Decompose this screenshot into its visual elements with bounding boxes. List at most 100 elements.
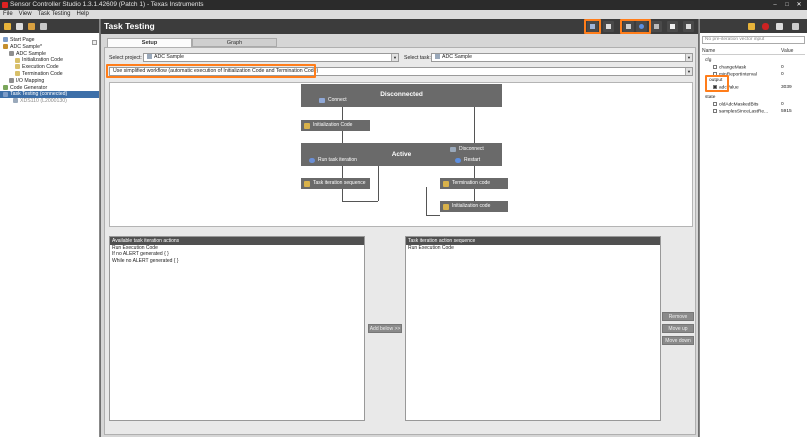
open-folder-icon[interactable] (748, 23, 755, 30)
iteration-sequence-step[interactable]: Task iteration sequence (301, 178, 370, 189)
task-icon (435, 54, 440, 60)
window-title: Sensor Controller Studio 1.3.1.42609 (Pa… (10, 1, 204, 8)
wand-icon[interactable] (40, 22, 47, 30)
sequence-header: Task iteration action sequence (406, 237, 660, 245)
checkbox[interactable] (713, 65, 717, 69)
chevron-down-icon: ▼ (391, 54, 398, 61)
project-select[interactable]: ADC Sample ▼ (143, 53, 399, 62)
connector-line (426, 215, 440, 216)
data-value: 3039 (781, 85, 792, 90)
connector-line (474, 166, 475, 178)
record-icon[interactable] (762, 23, 769, 30)
tree-node-state[interactable]: state (705, 95, 715, 100)
move-up-button[interactable]: Move up (662, 324, 694, 333)
tree-item-start-page[interactable]: Start Page (0, 37, 99, 44)
connector-line (342, 131, 343, 143)
menu-view[interactable]: View (19, 10, 32, 19)
remove-button[interactable]: Remove (662, 312, 694, 321)
close-button[interactable]: ✕ (793, 0, 805, 10)
init-code-step-2: Initialization code (440, 201, 508, 212)
data-value: 0 (781, 72, 784, 77)
restart-action[interactable]: Restart (455, 157, 480, 163)
tree-item-term-code[interactable]: Termination Code (0, 71, 99, 78)
open-folder-icon[interactable] (4, 22, 11, 30)
tree-node-cfg[interactable]: cfg (705, 58, 711, 63)
panel-header: Task Testing (101, 19, 698, 34)
file-icon (15, 71, 20, 77)
restart-icon (455, 157, 461, 163)
select-project-label: Select project: (109, 55, 142, 61)
tree-item-io-mapping[interactable]: I/O Mapping (0, 78, 99, 85)
tree-item-project[interactable]: ADC Sample* (0, 44, 99, 51)
menu-bar: File View Task Testing Help (0, 10, 807, 19)
available-actions-list[interactable]: Available task iteration actions Run Exe… (109, 236, 365, 421)
step-button[interactable] (651, 21, 662, 32)
file-icon (15, 64, 20, 70)
unplug-icon (450, 146, 456, 152)
state-active: Active Run task iteration Disconnect Res… (301, 143, 502, 166)
document-button[interactable] (667, 21, 678, 32)
menu-task-testing[interactable]: Task Testing (38, 10, 71, 19)
project-tree: Start Page ADC Sample* ADC Sample Initia… (0, 33, 99, 105)
data-table-header: Name Value (702, 48, 805, 55)
tree-item-device[interactable]: XDS110 (L2000130) (0, 98, 99, 105)
project-explorer: Start Page ADC Sample* ADC Sample Initia… (0, 19, 100, 437)
add-below-button[interactable]: Add below >> (368, 324, 402, 333)
highlight-connect (584, 19, 601, 34)
explorer-toolbar (0, 19, 99, 33)
tab-graph[interactable]: Graph (192, 38, 277, 47)
tree-item-exec-code[interactable]: Execution Code (0, 64, 99, 71)
move-down-button[interactable]: Move down (662, 336, 694, 345)
mapping-icon (9, 77, 14, 83)
file-icon (304, 180, 310, 187)
file-icon (443, 180, 449, 187)
file-icon (443, 203, 449, 210)
window-controls: – □ ✕ (769, 0, 805, 10)
connect-action[interactable]: Connect (319, 97, 347, 103)
termination-code-step: Termination code (440, 178, 508, 189)
chevron-down-icon: ▼ (685, 68, 692, 75)
connector-line (474, 189, 475, 201)
setup-panel: Select project: ADC Sample ▼ Select task… (104, 47, 696, 435)
task-select[interactable]: ADC Sample ▼ (431, 53, 693, 62)
file-icon (15, 57, 20, 63)
stop-button[interactable] (603, 21, 614, 32)
available-actions-header: Available task iteration actions (110, 237, 364, 245)
data-value: 0 (781, 65, 784, 70)
menu-help[interactable]: Help (76, 10, 88, 19)
highlight-workflow (106, 64, 316, 78)
menu-file[interactable]: File (3, 10, 13, 19)
checkbox[interactable] (713, 102, 717, 106)
vector-input-field[interactable]: No pre-iteration vector input (702, 36, 805, 44)
window-titlebar: Sensor Controller Studio 1.3.1.42609 (Pa… (0, 0, 807, 10)
tree-item-task-testing[interactable]: Task Testing (connected) (0, 91, 99, 99)
view-button[interactable] (683, 21, 694, 32)
chevron-down-icon: ▼ (685, 54, 692, 61)
workflow-diagram: Disconnected Connect Initialization Code… (109, 82, 693, 227)
data-row[interactable]: oldAdcMaskedBits (713, 102, 758, 107)
monitor-icon[interactable] (792, 23, 799, 30)
connector-line (342, 107, 343, 120)
disconnect-action[interactable]: Disconnect (450, 146, 484, 152)
clear-icon[interactable] (776, 23, 783, 30)
new-project-icon[interactable] (28, 22, 35, 30)
tree-item-task[interactable]: ADC Sample (0, 51, 99, 58)
project-icon (147, 54, 152, 60)
tab-setup[interactable]: Setup (107, 38, 192, 47)
col-value-header: Value (781, 48, 794, 54)
sequence-list[interactable]: Task iteration action sequence Run Execu… (405, 236, 661, 421)
collapse-toggle[interactable] (92, 40, 97, 45)
run-iteration-action[interactable]: Run task iteration (309, 157, 357, 163)
minimize-button[interactable]: – (769, 0, 781, 10)
tree-item-init-code[interactable]: Initialization Code (0, 57, 99, 64)
data-row[interactable]: changeMask (713, 65, 746, 70)
save-icon[interactable] (16, 22, 23, 30)
list-item[interactable]: While no ALERT generated { } (110, 258, 364, 264)
testing-icon (3, 91, 8, 97)
checkbox[interactable] (713, 109, 717, 113)
data-row[interactable]: samplesSinceLastRe... (713, 109, 768, 114)
maximize-button[interactable]: □ (781, 0, 793, 10)
list-item[interactable]: Run Execution Code (406, 245, 660, 251)
tree-item-code-generator[interactable]: Code Generator (0, 85, 99, 92)
connector-line (426, 187, 427, 215)
